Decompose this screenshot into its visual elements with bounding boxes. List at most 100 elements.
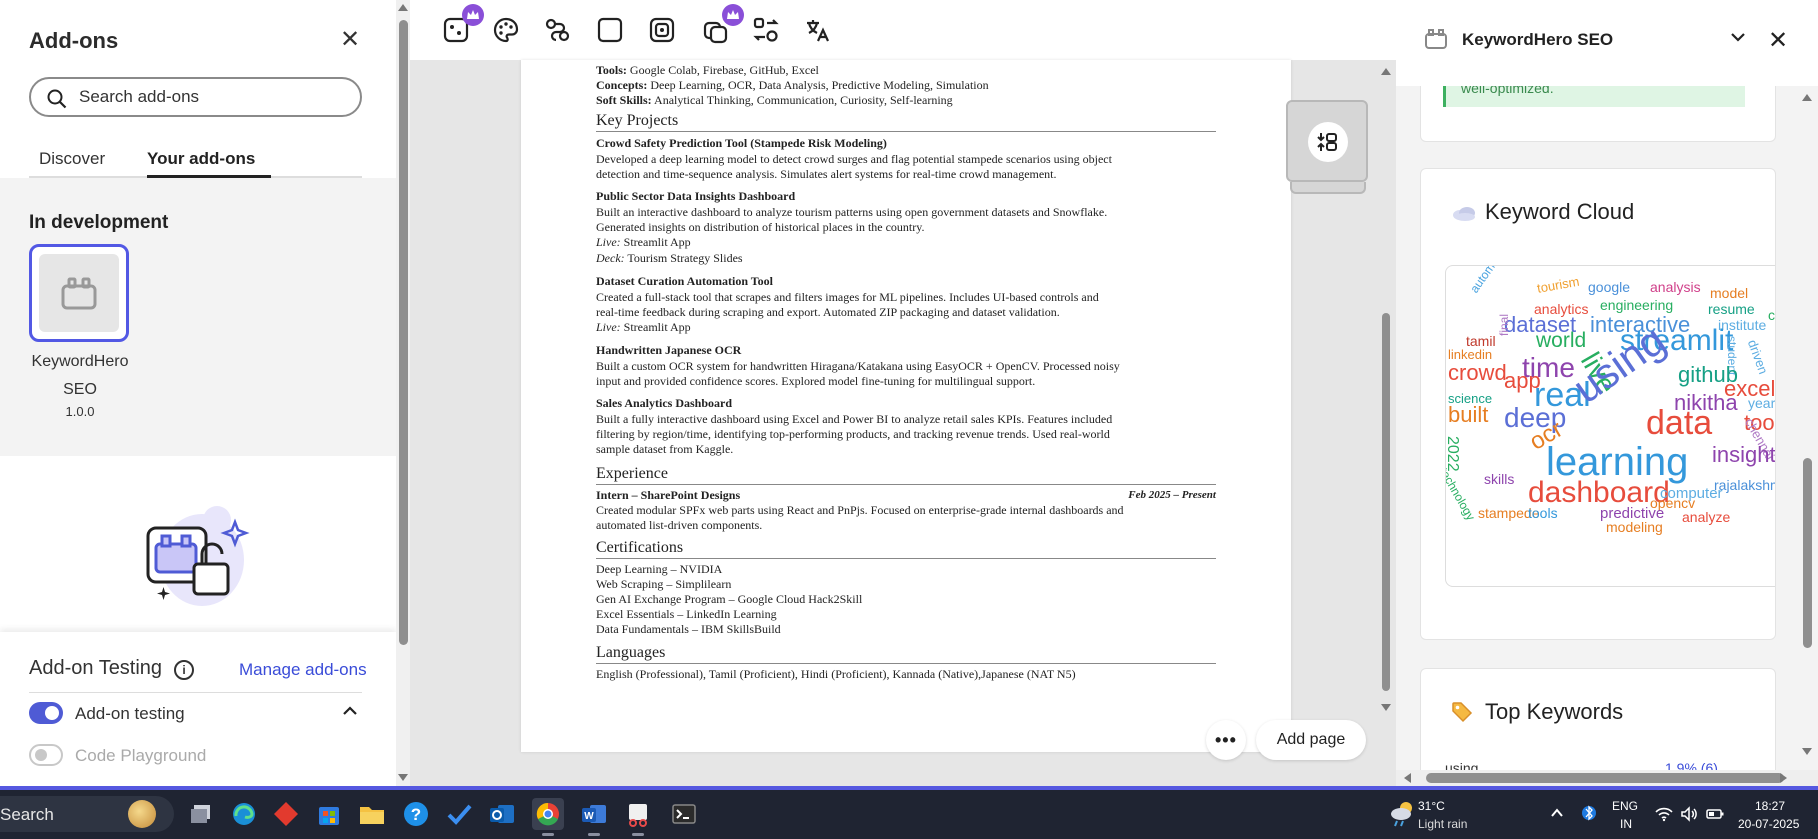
canvas-area: Tools: Google Colab, Firebase, GitHub, E… bbox=[410, 0, 1396, 790]
draw-tool[interactable] bbox=[544, 16, 572, 44]
frame-tool[interactable] bbox=[648, 16, 676, 44]
project-desc: Developed a deep learning model to detec… bbox=[596, 152, 1112, 166]
taskbar: Search ? W 31°C Light rain ENG IN 18:27 … bbox=[0, 790, 1818, 839]
app-red[interactable] bbox=[270, 798, 302, 830]
close-icon[interactable]: ✕ bbox=[338, 28, 362, 52]
outlook-app[interactable] bbox=[486, 798, 518, 830]
swap-icon bbox=[753, 17, 779, 42]
todo-app[interactable] bbox=[443, 798, 475, 830]
wifi-icon[interactable] bbox=[1655, 806, 1673, 822]
panel-scrollbar[interactable] bbox=[1800, 86, 1814, 766]
chrome-app[interactable] bbox=[532, 798, 564, 836]
tools-value: Google Colab, Firebase, GitHub, Excel bbox=[626, 63, 819, 77]
shape-tool[interactable] bbox=[596, 16, 624, 44]
chevron-up-icon[interactable] bbox=[342, 706, 358, 716]
chevron-up-icon[interactable] bbox=[1550, 808, 1564, 818]
live-link[interactable]: Streamlit App bbox=[621, 235, 691, 249]
translate-icon bbox=[807, 20, 830, 42]
add-elements-tool[interactable] bbox=[442, 4, 484, 44]
addon-card[interactable] bbox=[29, 244, 129, 342]
translate-tool[interactable] bbox=[804, 16, 832, 44]
canvas-scrollbar[interactable] bbox=[1380, 68, 1392, 713]
project-desc: filtering by region/time, identifying to… bbox=[596, 427, 1110, 441]
cert-item: Web Scraping – Simplilearn bbox=[596, 577, 732, 591]
word-icon: W bbox=[582, 805, 606, 823]
info-icon[interactable]: i bbox=[174, 660, 194, 680]
word-cloud: automation tourism google analysis model anal… bbox=[1445, 265, 1776, 587]
more-icon: ••• bbox=[1215, 730, 1237, 750]
terminal-app[interactable] bbox=[668, 798, 700, 830]
live-label: Live: bbox=[596, 320, 621, 334]
taskbar-search[interactable]: Search bbox=[0, 796, 174, 832]
testing-title: Add-on Testing bbox=[29, 657, 163, 679]
section-heading: Key Projects bbox=[596, 112, 1216, 132]
svg-text:?: ? bbox=[411, 805, 421, 824]
experience-desc: automated list-driven components. bbox=[596, 518, 763, 532]
help-app[interactable]: ? bbox=[400, 798, 432, 830]
search-icon bbox=[47, 89, 67, 109]
chevron-down-icon[interactable] bbox=[1730, 32, 1746, 42]
swap-tool[interactable] bbox=[752, 16, 780, 44]
square-icon bbox=[597, 17, 623, 43]
language-code[interactable]: ENG bbox=[1612, 799, 1638, 813]
addon-plugin-icon bbox=[1425, 29, 1447, 49]
more-options-button[interactable]: ••• bbox=[1206, 720, 1246, 760]
keyword-cloud-title: Keyword Cloud bbox=[1485, 199, 1635, 224]
project-title: Crowd Safety Prediction Tool (Stampede R… bbox=[596, 136, 887, 150]
deck-label: Deck: bbox=[596, 251, 625, 265]
tab-discover[interactable]: Discover bbox=[39, 149, 105, 178]
speaker-icon[interactable] bbox=[1680, 806, 1698, 822]
frame-icon bbox=[649, 17, 675, 43]
code-playground-toggle[interactable] bbox=[29, 744, 63, 766]
terminal-icon bbox=[672, 804, 696, 824]
project-title: Sales Analytics Dashboard bbox=[596, 396, 733, 410]
document-page[interactable]: Tools: Google Colab, Firebase, GitHub, E… bbox=[521, 60, 1291, 752]
color-palette-tool[interactable] bbox=[492, 16, 520, 44]
addon-testing-toggle[interactable] bbox=[29, 702, 63, 724]
weather-rain-icon[interactable] bbox=[1388, 798, 1418, 828]
file-explorer-app[interactable] bbox=[356, 798, 388, 830]
snipping-app[interactable] bbox=[622, 798, 654, 836]
task-view-app[interactable] bbox=[185, 798, 217, 830]
project-title: Public Sector Data Insights Dashboard bbox=[596, 189, 796, 203]
keyword-cloud-word: analysis bbox=[1650, 279, 1701, 295]
chrome-icon bbox=[536, 802, 559, 826]
clock-date[interactable]: 20-07-2025 bbox=[1738, 817, 1799, 831]
keyword-cloud-word: modeling bbox=[1606, 519, 1663, 535]
addon-name: KeywordHero SEO bbox=[31, 353, 129, 398]
search-input[interactable] bbox=[79, 86, 349, 108]
keyword-cloud-word: insights bbox=[1712, 442, 1776, 467]
premium-crown-icon bbox=[722, 4, 744, 26]
section-title: In development bbox=[29, 212, 169, 233]
experience-desc: Created modular SPFx web parts using Rea… bbox=[596, 503, 1124, 517]
close-icon[interactable]: ✕ bbox=[1768, 26, 1788, 55]
live-label: Live: bbox=[596, 235, 621, 249]
keyword-cloud-word: analyze bbox=[1682, 509, 1731, 525]
bluetooth-icon[interactable] bbox=[1582, 802, 1596, 824]
search-box[interactable] bbox=[29, 77, 362, 117]
store-app[interactable] bbox=[313, 798, 345, 830]
cloud-icon bbox=[1453, 207, 1475, 221]
live-link[interactable]: Streamlit App bbox=[621, 320, 691, 334]
layers-tool[interactable] bbox=[702, 4, 744, 44]
experience-title: Intern – SharePoint Designs bbox=[596, 488, 741, 502]
word-app[interactable]: W bbox=[578, 798, 610, 836]
keyword-cloud-word: technology bbox=[1445, 465, 1478, 523]
soft-skills-label: Soft Skills: bbox=[596, 93, 652, 107]
keyword-cloud-word: skills bbox=[1484, 471, 1515, 487]
project-desc: sample dataset from Kaggle. bbox=[596, 442, 734, 456]
project-desc: Built a custom OCR system for handwritte… bbox=[596, 359, 1120, 373]
tab-your-addons[interactable]: Your add-ons bbox=[147, 149, 271, 178]
collapse-pages-button[interactable] bbox=[1286, 100, 1368, 182]
left-scrollbar[interactable] bbox=[396, 0, 410, 790]
add-page-button[interactable]: Add page bbox=[1256, 720, 1366, 760]
clock-time[interactable]: 18:27 bbox=[1755, 799, 1785, 813]
edge-app[interactable] bbox=[228, 798, 260, 830]
language-region[interactable]: IN bbox=[1620, 817, 1632, 831]
deck-link[interactable]: Tourism Strategy Slides bbox=[625, 251, 742, 265]
panel-hscrollbar[interactable] bbox=[1396, 770, 1818, 786]
page-stack-edge bbox=[1290, 182, 1366, 194]
manage-addons-link[interactable]: Manage add-ons bbox=[239, 660, 367, 680]
keyword-cloud-word: dashboard bbox=[1528, 476, 1670, 509]
battery-icon[interactable] bbox=[1706, 808, 1724, 820]
